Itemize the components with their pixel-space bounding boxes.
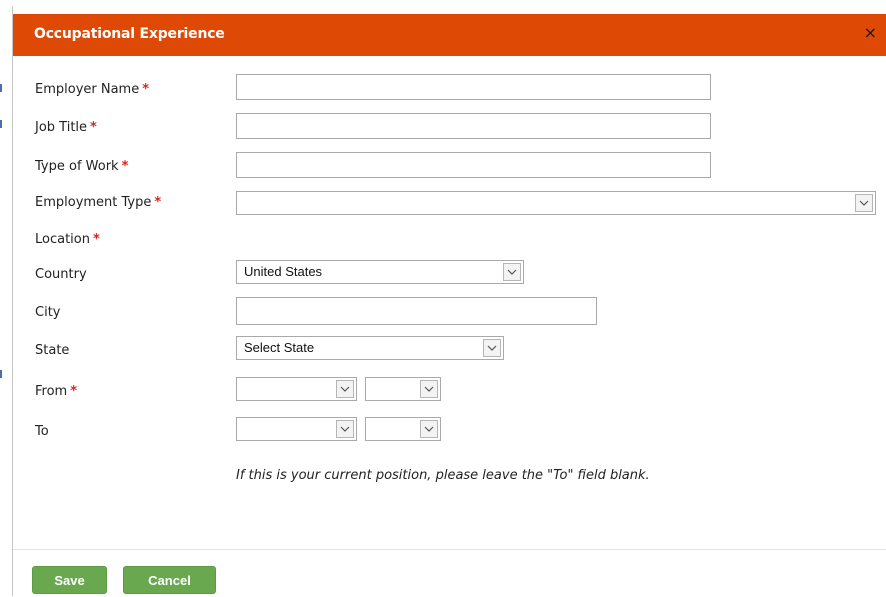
state-value: Select State: [244, 340, 315, 355]
chevron-down-icon[interactable]: [420, 380, 438, 398]
page-edge-mark: [0, 370, 2, 378]
type-of-work-label-text: Type of Work: [35, 159, 119, 174]
job-title-label-text: Job Title: [35, 120, 88, 135]
page-edge-mark: [0, 84, 2, 92]
country-select[interactable]: United States: [236, 260, 524, 284]
state-select[interactable]: Select State: [236, 336, 504, 360]
dialog-footer: Save Cancel: [13, 549, 886, 597]
from-label: From *: [35, 384, 77, 399]
chevron-down-icon[interactable]: [420, 420, 438, 438]
required-mark: *: [142, 82, 150, 97]
employment-type-label: Employment Type *: [35, 195, 161, 210]
chevron-down-icon[interactable]: [503, 263, 521, 281]
chevron-down-icon[interactable]: [336, 380, 354, 398]
dialog-titlebar: Occupational Experience ×: [13, 14, 886, 56]
chevron-down-icon[interactable]: [336, 420, 354, 438]
city-label-text: City: [35, 305, 61, 320]
employment-type-select[interactable]: [236, 191, 876, 215]
from-month-select[interactable]: [236, 377, 357, 401]
save-button[interactable]: Save: [32, 566, 107, 594]
to-label: To: [35, 424, 49, 439]
close-icon[interactable]: ×: [864, 24, 877, 42]
required-mark: *: [90, 120, 97, 135]
required-mark: *: [70, 384, 78, 399]
page-edge-mark: [0, 120, 2, 128]
chevron-down-icon[interactable]: [483, 339, 501, 357]
country-label: Country: [35, 267, 87, 282]
to-year-select[interactable]: [365, 417, 441, 441]
job-title-label: Job Title *: [35, 120, 97, 135]
from-label-text: From: [35, 384, 68, 399]
employment-type-label-text: Employment Type: [35, 195, 152, 210]
cancel-button[interactable]: Cancel: [123, 566, 216, 594]
required-mark: *: [121, 159, 129, 174]
country-label-text: Country: [35, 267, 87, 282]
location-label-text: Location: [35, 232, 90, 247]
state-label-text: State: [35, 343, 70, 358]
chevron-down-icon[interactable]: [855, 194, 873, 212]
location-label: Location *: [35, 232, 100, 247]
city-input[interactable]: [236, 297, 597, 325]
to-month-select[interactable]: [236, 417, 357, 441]
dialog-title: Occupational Experience: [34, 26, 225, 42]
from-year-select[interactable]: [365, 377, 441, 401]
to-label-text: To: [35, 424, 49, 439]
city-label: City: [35, 305, 60, 320]
state-label: State: [35, 343, 69, 358]
employer-name-label-text: Employer Name: [35, 82, 140, 97]
required-mark: *: [92, 232, 100, 247]
country-value: United States: [244, 264, 323, 279]
occupational-experience-dialog: Occupational Experience × Employer Name *…: [12, 6, 886, 597]
type-of-work-label: Type of Work *: [35, 159, 128, 174]
type-of-work-input[interactable]: [236, 152, 711, 178]
employer-name-input[interactable]: [236, 74, 711, 100]
required-mark: *: [154, 195, 162, 210]
employer-name-label: Employer Name *: [35, 82, 149, 97]
current-position-note: If this is your current position, please…: [236, 468, 650, 483]
job-title-input[interactable]: [236, 113, 711, 139]
